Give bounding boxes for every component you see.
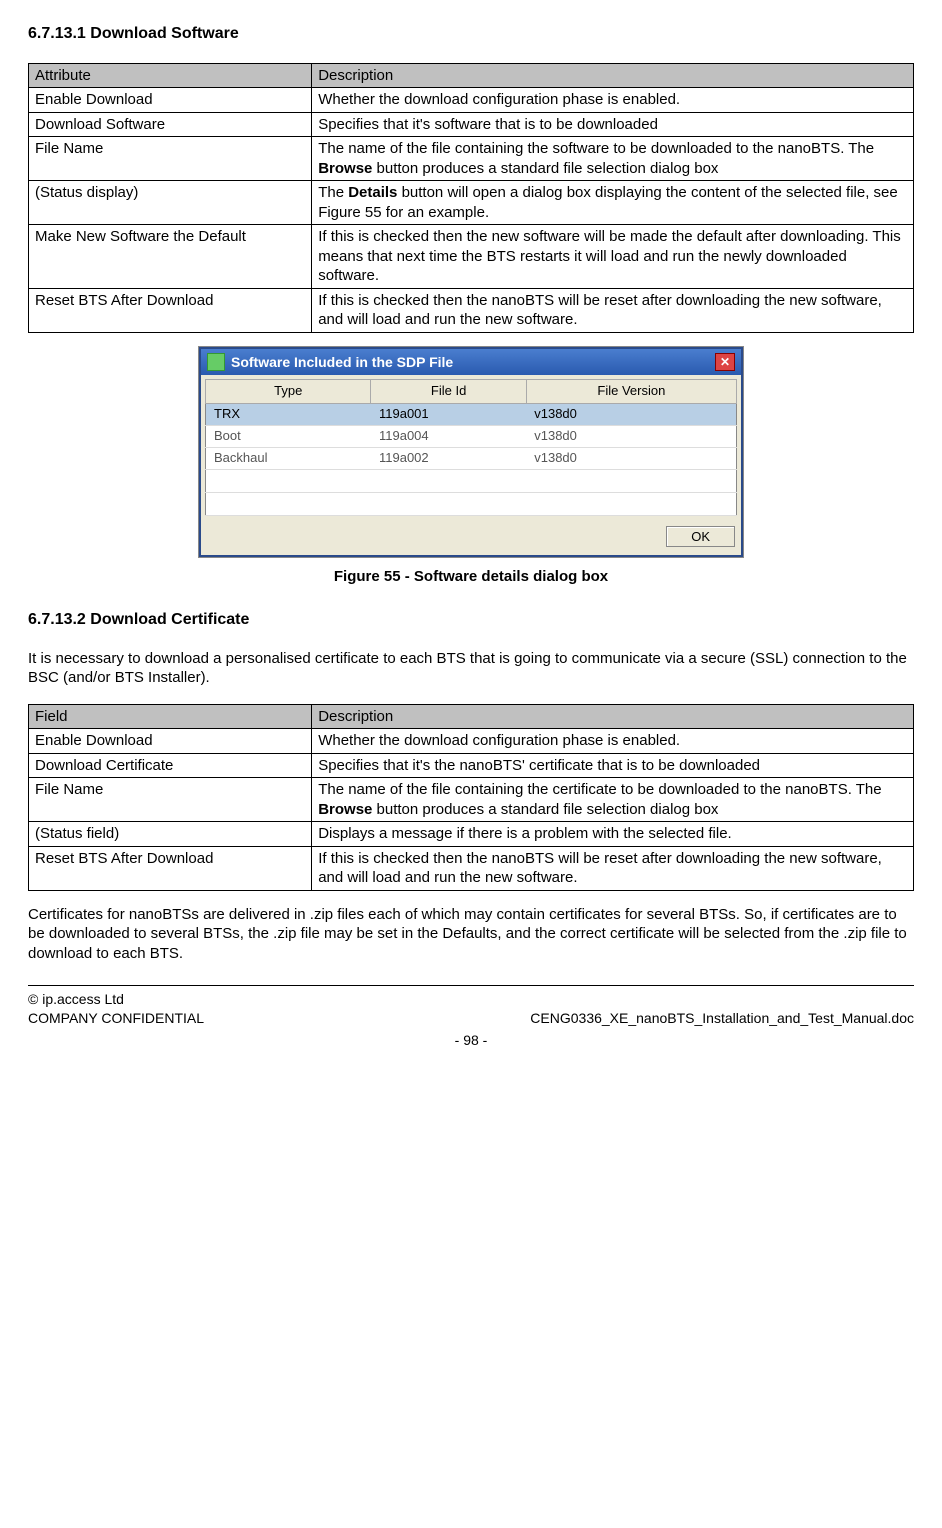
footer-page-number: - 98 - bbox=[28, 1031, 914, 1049]
attr-cell: Download Certificate bbox=[29, 753, 312, 778]
attr-cell: Enable Download bbox=[29, 729, 312, 754]
table-row: Reset BTS After Download If this is chec… bbox=[29, 288, 914, 332]
sdp-dialog: Software Included in the SDP File ✕ Type… bbox=[199, 347, 743, 557]
close-icon[interactable]: ✕ bbox=[715, 353, 735, 371]
grid-header-type: Type bbox=[206, 379, 371, 403]
section2-intro: It is necessary to download a personalis… bbox=[28, 649, 914, 688]
dialog-titlebar: Software Included in the SDP File ✕ bbox=[201, 349, 741, 375]
attr-cell: Reset BTS After Download bbox=[29, 846, 312, 890]
table-row: (Status display) The Details button will… bbox=[29, 181, 914, 225]
section2-outro: Certificates for nanoBTSs are delivered … bbox=[28, 905, 914, 964]
desc-cell: If this is checked then the new software… bbox=[312, 225, 914, 289]
table-row: Make New Software the Default If this is… bbox=[29, 225, 914, 289]
desc-cell: Specifies that it's software that is to … bbox=[312, 112, 914, 137]
desc-cell: Displays a message if there is a problem… bbox=[312, 822, 914, 847]
table-row: Enable Download Whether the download con… bbox=[29, 88, 914, 113]
download-software-table: Attribute Description Enable Download Wh… bbox=[28, 63, 914, 333]
table-header-attribute: Attribute bbox=[29, 63, 312, 88]
table-row: Download Software Specifies that it's so… bbox=[29, 112, 914, 137]
section-heading-download-certificate: 6.7.13.2 Download Certificate bbox=[28, 610, 914, 631]
desc-cell: Whether the download configuration phase… bbox=[312, 88, 914, 113]
table-row: Download Certificate Specifies that it's… bbox=[29, 753, 914, 778]
grid-row[interactable]: Boot 119a004 v138d0 bbox=[206, 425, 737, 447]
table-row: (Status field) Displays a message if the… bbox=[29, 822, 914, 847]
footer-copyright: © ip.access Ltd bbox=[28, 990, 914, 1008]
ok-button[interactable]: OK bbox=[666, 526, 735, 547]
attr-cell: Download Software bbox=[29, 112, 312, 137]
attr-cell: (Status display) bbox=[29, 181, 312, 225]
dialog-title-text: Software Included in the SDP File bbox=[231, 353, 453, 371]
download-certificate-table: Field Description Enable Download Whethe… bbox=[28, 704, 914, 891]
grid-header-fileid: File Id bbox=[371, 379, 526, 403]
grid-row[interactable]: TRX 119a001 v138d0 bbox=[206, 403, 737, 425]
dialog-app-icon bbox=[207, 353, 225, 371]
table-row: File Name The name of the file containin… bbox=[29, 778, 914, 822]
attr-cell: Reset BTS After Download bbox=[29, 288, 312, 332]
attr-cell: Enable Download bbox=[29, 88, 312, 113]
attr-cell: File Name bbox=[29, 778, 312, 822]
table-row: File Name The name of the file containin… bbox=[29, 137, 914, 181]
desc-cell: Specifies that it's the nanoBTS' certifi… bbox=[312, 753, 914, 778]
grid-row[interactable]: Backhaul 119a002 v138d0 bbox=[206, 447, 737, 469]
attr-cell: File Name bbox=[29, 137, 312, 181]
sdp-file-grid: Type File Id File Version TRX 119a001 v1… bbox=[205, 379, 737, 516]
attr-cell: Make New Software the Default bbox=[29, 225, 312, 289]
table-row: Enable Download Whether the download con… bbox=[29, 729, 914, 754]
table-header-description: Description bbox=[312, 704, 914, 729]
table-header-field: Field bbox=[29, 704, 312, 729]
attr-cell: (Status field) bbox=[29, 822, 312, 847]
desc-cell: The Details button will open a dialog bo… bbox=[312, 181, 914, 225]
desc-cell: The name of the file containing the soft… bbox=[312, 137, 914, 181]
footer-confidential: COMPANY CONFIDENTIAL bbox=[28, 1009, 204, 1027]
desc-cell: If this is checked then the nanoBTS will… bbox=[312, 846, 914, 890]
desc-cell: The name of the file containing the cert… bbox=[312, 778, 914, 822]
page-footer: © ip.access Ltd COMPANY CONFIDENTIAL CEN… bbox=[28, 990, 914, 1049]
table-row: Reset BTS After Download If this is chec… bbox=[29, 846, 914, 890]
footer-docref: CENG0336_XE_nanoBTS_Installation_and_Tes… bbox=[530, 1009, 914, 1027]
figure-55: Software Included in the SDP File ✕ Type… bbox=[28, 347, 914, 557]
figure-caption: Figure 55 - Software details dialog box bbox=[28, 567, 914, 587]
section-heading-download-software: 6.7.13.1 Download Software bbox=[28, 24, 914, 45]
desc-cell: If this is checked then the nanoBTS will… bbox=[312, 288, 914, 332]
footer-rule bbox=[28, 985, 914, 986]
table-header-description: Description bbox=[312, 63, 914, 88]
desc-cell: Whether the download configuration phase… bbox=[312, 729, 914, 754]
grid-header-fileversion: File Version bbox=[526, 379, 736, 403]
